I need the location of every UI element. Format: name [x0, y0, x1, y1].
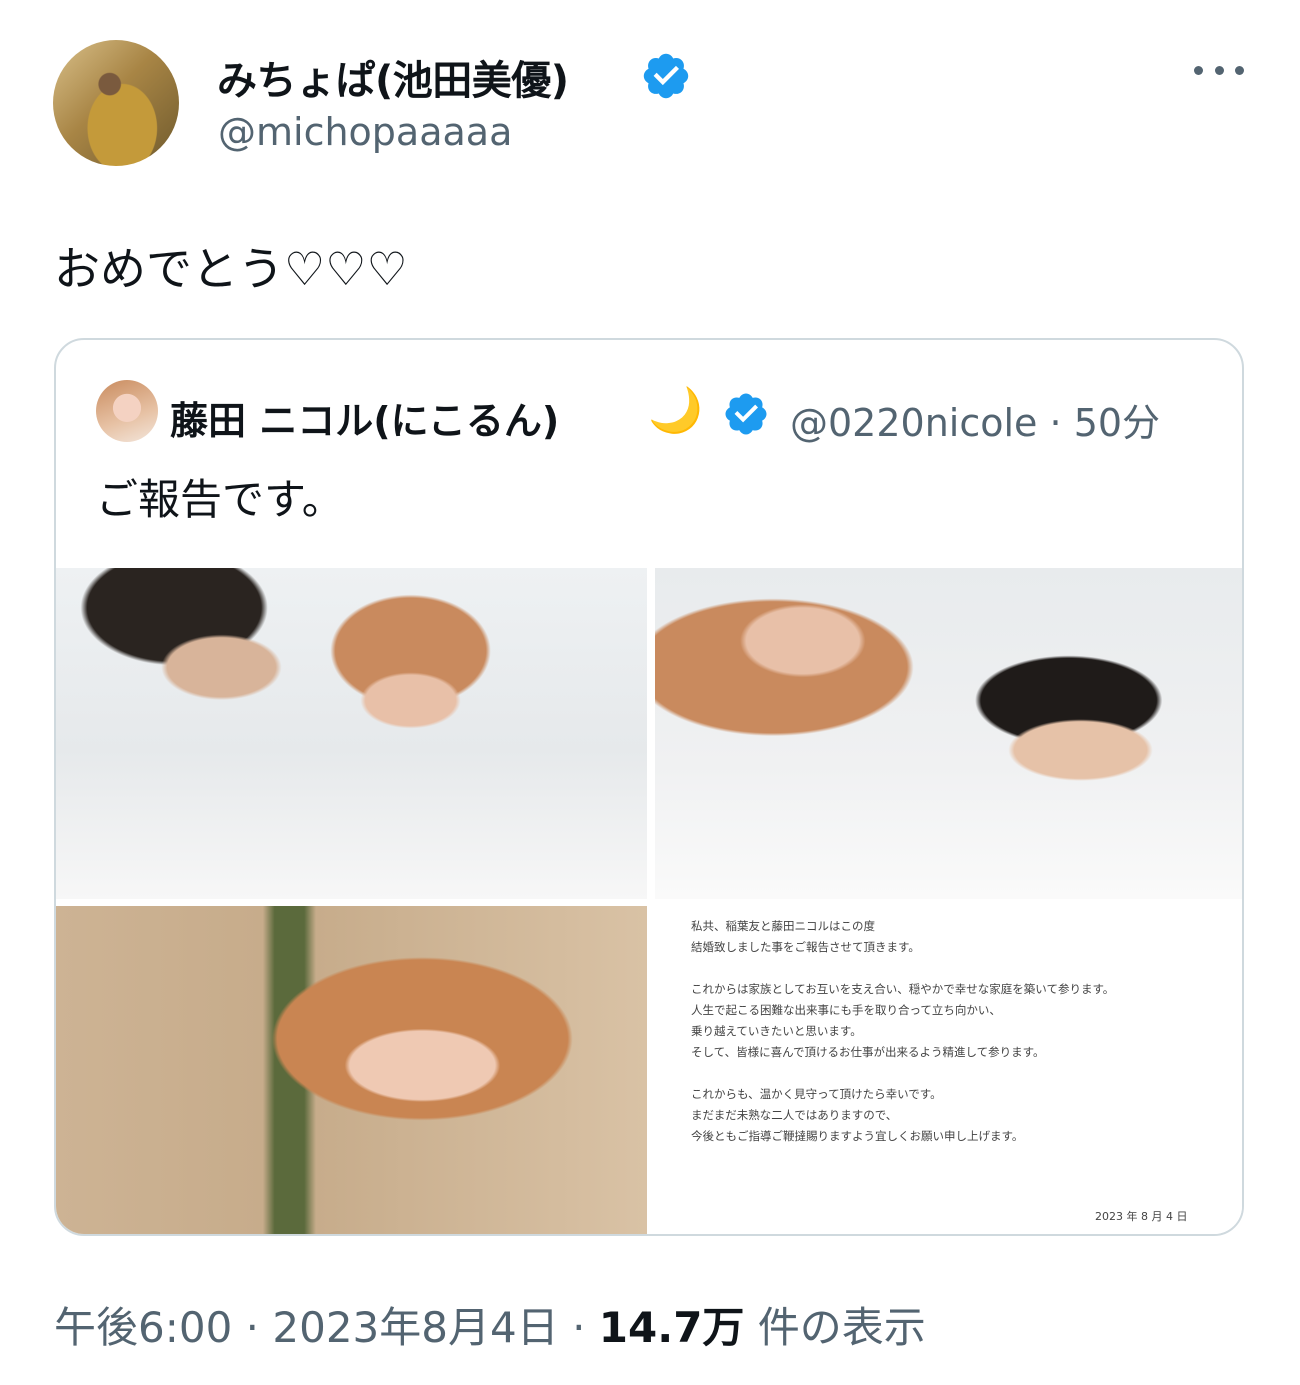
letter-line: 私共、稲葉友と藤田ニコルはこの度 — [691, 919, 875, 933]
wedding-photo-1[interactable] — [56, 568, 647, 899]
quoted-tweet-time[interactable]: · 50分 — [1050, 401, 1161, 445]
quoted-author-handle[interactable]: @0220nicole — [790, 401, 1037, 445]
meta-separator: · — [558, 1303, 599, 1352]
tweet-date[interactable]: 2023年8月4日 — [272, 1303, 558, 1352]
letter-line: 結婚致しました事をご報告させて頂きます。 — [691, 940, 920, 954]
crescent-moon-emoji: 🌙 — [648, 385, 703, 436]
quoted-tweet-text: ご報告です。 — [96, 475, 344, 524]
quoted-author-handle-and-time[interactable]: @0220nicole · 50分 — [790, 392, 1160, 447]
author-handle[interactable]: @michopaaaaa — [218, 110, 512, 154]
letter-line: 乗り越えていきたいと思います。 — [691, 1024, 862, 1038]
tweet-text: おめでとう♡♡♡ — [54, 242, 408, 296]
quoted-author-avatar[interactable] — [96, 380, 158, 442]
photo-grid-divider — [647, 568, 655, 1234]
photo-grid-divider — [56, 899, 647, 906]
wedding-photo-3[interactable] — [56, 906, 647, 1234]
wedding-photo-2[interactable] — [655, 568, 1242, 899]
tweet-meta: 午後6:00 · 2023年8月4日 · 14.7万 件の表示 — [54, 1294, 926, 1355]
letter-line: これからも、温かく見守って頂けたら幸いです。 — [691, 1087, 942, 1101]
letter-line: 人生で起こる困難な出来事にも手を取り合って立ち向かい、 — [691, 1003, 1001, 1017]
quoted-tweet-card[interactable]: 藤田 ニコル(にこるん) 🌙 @0220nicole · 50分 ご報告です。 … — [54, 338, 1244, 1236]
verified-badge-icon — [725, 393, 767, 435]
letter-date: 2023 年 8 月 4 日 — [1095, 1210, 1188, 1223]
letter-line: 今後ともご指導ご鞭撻賜りますよう宜しくお願い申し上げます。 — [691, 1129, 1024, 1143]
more-horizontal-icon[interactable] — [1194, 50, 1244, 90]
view-count-label: 件の表示 — [744, 1303, 926, 1352]
view-count: 14.7万 — [598, 1303, 745, 1352]
letter-line: これからは家族としてお互いを支え合い、穏やかで幸せな家庭を築いて参ります。 — [691, 982, 1115, 996]
verified-badge-icon — [643, 53, 689, 99]
author-avatar[interactable] — [53, 40, 179, 166]
author-display-name[interactable]: みちょぱ(池田美優) — [217, 48, 569, 106]
tweet-time[interactable]: 午後6:00 — [54, 1303, 232, 1352]
announcement-letter-image[interactable]: 私共、稲葉友と藤田ニコルはこの度 結婚致しました事をご報告させて頂きます。 これ… — [655, 906, 1242, 1234]
quoted-author-display-name[interactable]: 藤田 ニコル(にこるん) — [170, 390, 559, 445]
letter-line: そして、皆様に喜んで頂けるお仕事が出来るよう精進して参ります。 — [691, 1045, 1045, 1059]
meta-separator: · — [232, 1303, 273, 1352]
letter-line: まだまだ未熟な二人ではありますので、 — [691, 1108, 898, 1122]
